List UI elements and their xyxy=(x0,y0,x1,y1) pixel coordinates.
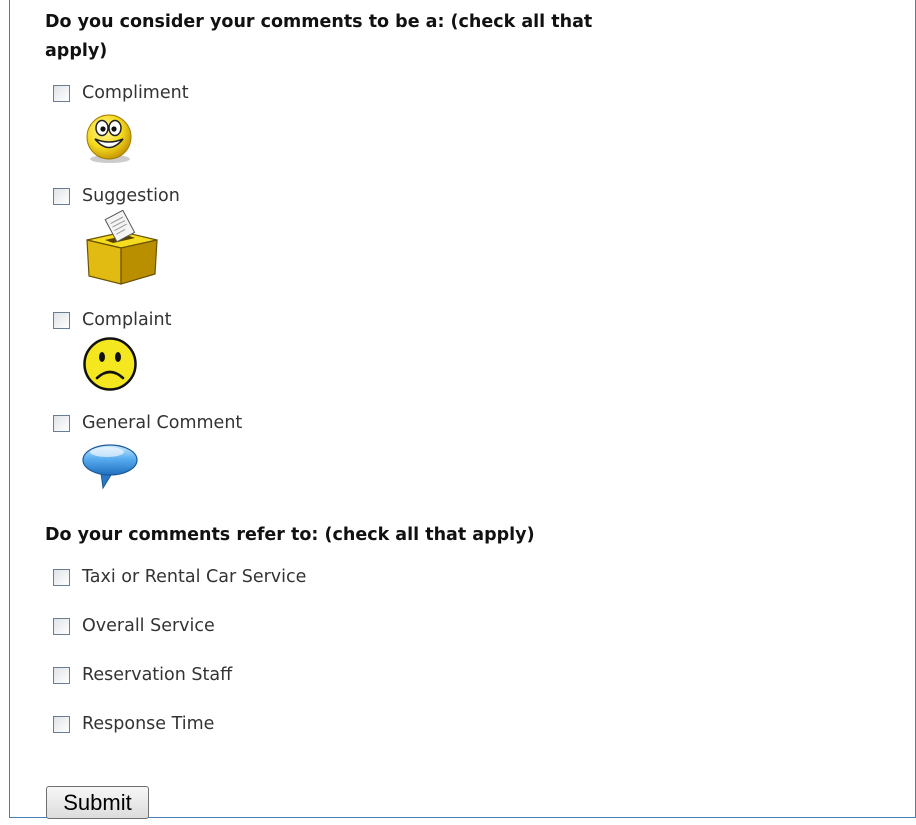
compliment-label: Compliment xyxy=(82,83,189,103)
response-time-label: Response Time xyxy=(82,714,215,734)
general-comment-checkbox[interactable] xyxy=(53,414,70,432)
option-response-time[interactable]: Response Time xyxy=(53,712,214,736)
compliment-checkbox[interactable] xyxy=(53,84,70,102)
reservation-staff-label: Reservation Staff xyxy=(82,665,233,685)
option-compliment[interactable]: Compliment xyxy=(53,81,189,105)
complaint-label: Complaint xyxy=(82,310,172,330)
suggestion-label: Suggestion xyxy=(82,186,180,206)
complaint-checkbox[interactable] xyxy=(53,311,70,329)
option-complaint[interactable]: Complaint xyxy=(53,308,171,332)
question-comment-refer: Do your comments refer to: (check all th… xyxy=(45,525,535,545)
taxi-rental-label: Taxi or Rental Car Service xyxy=(82,567,307,587)
overall-service-checkbox[interactable] xyxy=(53,617,70,635)
option-reservation-staff[interactable]: Reservation Staff xyxy=(53,663,232,687)
submit-button[interactable]: Submit xyxy=(46,786,149,819)
form-frame xyxy=(9,0,916,818)
sad-face-icon xyxy=(83,337,137,391)
reservation-staff-checkbox[interactable] xyxy=(53,666,70,684)
taxi-rental-checkbox[interactable] xyxy=(53,568,70,586)
response-time-checkbox[interactable] xyxy=(53,715,70,733)
question-comment-type: Do you consider your comments to be a: (… xyxy=(45,12,593,61)
general-comment-label: General Comment xyxy=(82,413,243,433)
option-general-comment[interactable]: General Comment xyxy=(53,411,242,435)
overall-service-label: Overall Service xyxy=(82,616,215,636)
smiley-face-icon xyxy=(86,114,132,163)
speech-bubble-icon xyxy=(82,444,138,490)
option-taxi-rental[interactable]: Taxi or Rental Car Service xyxy=(53,565,306,589)
option-suggestion[interactable]: Suggestion xyxy=(53,184,180,208)
suggestion-box-icon xyxy=(86,210,158,285)
suggestion-checkbox[interactable] xyxy=(53,187,70,205)
option-overall-service[interactable]: Overall Service xyxy=(53,614,215,638)
